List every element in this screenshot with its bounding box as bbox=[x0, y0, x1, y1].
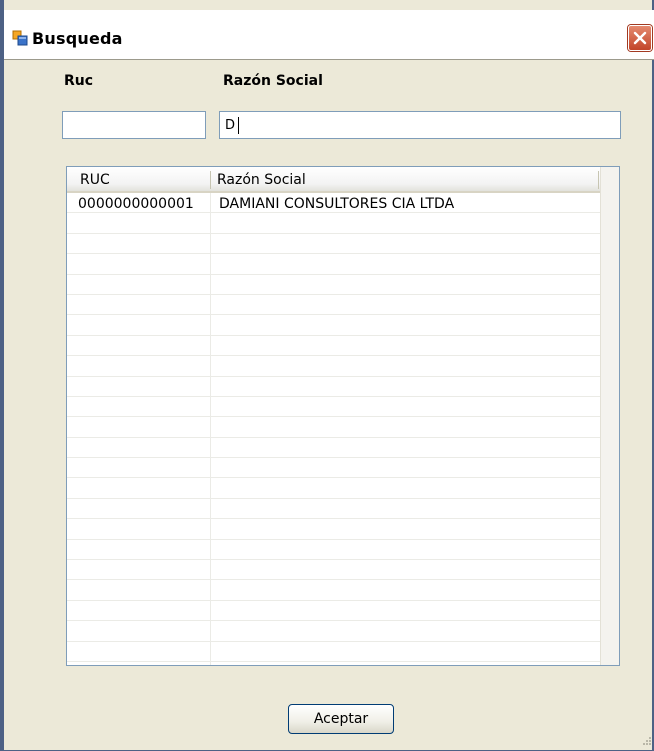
column-header-ruc[interactable]: RUC bbox=[80, 172, 110, 188]
table-row[interactable] bbox=[67, 397, 619, 418]
table-row[interactable] bbox=[67, 438, 619, 459]
table-row[interactable] bbox=[67, 499, 619, 520]
table-row[interactable]: 0000000000001 DAMIANI CONSULTORES CIA LTD… bbox=[67, 193, 619, 214]
table-row[interactable] bbox=[67, 254, 619, 275]
table-row[interactable] bbox=[67, 601, 619, 622]
table-row[interactable] bbox=[67, 560, 619, 581]
table-row[interactable] bbox=[67, 580, 619, 601]
resize-grip-icon[interactable] bbox=[642, 736, 652, 746]
grid-header: RUC Razón Social bbox=[67, 167, 619, 193]
column-header-razon-social[interactable]: Razón Social bbox=[217, 172, 306, 188]
cell-ruc[interactable]: 0000000000001 bbox=[78, 196, 194, 212]
close-button[interactable] bbox=[628, 25, 652, 51]
results-grid[interactable]: RUC Razón Social 0000000000001 DAMIANI CO… bbox=[66, 166, 620, 666]
busqueda-window: Busqueda Ruc Razón Social RUC Razón Soci… bbox=[0, 0, 654, 751]
razon-social-input[interactable] bbox=[219, 111, 621, 139]
table-row[interactable] bbox=[67, 458, 619, 479]
table-row[interactable] bbox=[67, 315, 619, 336]
column-gridline bbox=[210, 193, 211, 665]
ruc-input[interactable] bbox=[62, 111, 206, 139]
grid-rows: 0000000000001 DAMIANI CONSULTORES CIA LTD… bbox=[67, 193, 619, 662]
grid-filler-column bbox=[600, 167, 619, 665]
text-caret bbox=[238, 117, 239, 134]
ruc-label: Ruc bbox=[64, 73, 94, 89]
table-row[interactable] bbox=[67, 417, 619, 438]
table-row[interactable] bbox=[67, 275, 619, 295]
table-row[interactable] bbox=[67, 621, 619, 642]
close-icon bbox=[633, 31, 647, 45]
table-row[interactable] bbox=[67, 295, 619, 316]
window-app-icon bbox=[12, 30, 28, 46]
aceptar-button[interactable]: Aceptar bbox=[288, 704, 394, 734]
title-bar[interactable]: Busqueda bbox=[4, 10, 654, 60]
column-divider[interactable] bbox=[210, 171, 211, 189]
table-row[interactable] bbox=[67, 478, 619, 499]
table-row[interactable] bbox=[67, 336, 619, 357]
razon-social-label: Razón Social bbox=[223, 73, 323, 89]
table-row[interactable] bbox=[67, 377, 619, 397]
table-row[interactable] bbox=[67, 213, 619, 234]
window-title: Busqueda bbox=[32, 29, 123, 48]
table-row[interactable] bbox=[67, 642, 619, 662]
column-divider[interactable] bbox=[598, 171, 599, 189]
table-row[interactable] bbox=[67, 540, 619, 561]
table-row[interactable] bbox=[67, 356, 619, 377]
table-row[interactable] bbox=[67, 519, 619, 540]
table-row[interactable] bbox=[67, 234, 619, 255]
cell-razon-social[interactable]: DAMIANI CONSULTORES CIA LTDA bbox=[219, 196, 454, 212]
